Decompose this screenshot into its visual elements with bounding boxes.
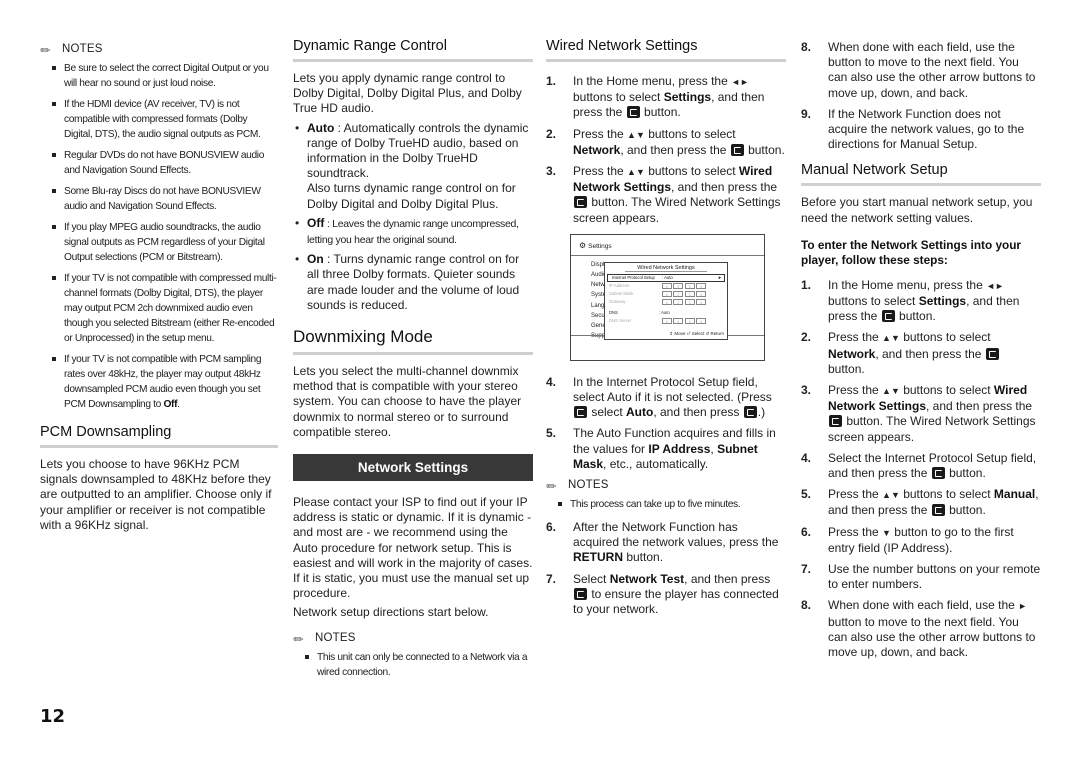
- manual-description: Before you start manual network setup, y…: [801, 195, 1033, 225]
- network-directions: Network setup directions start below.: [293, 605, 489, 620]
- enter-button-icon: [931, 504, 945, 517]
- pcm-description: Lets you choose to have 96KHz PCM signal…: [40, 457, 272, 532]
- step-item: 5. The Auto Function acquires and fills i…: [546, 426, 776, 471]
- column-3: Wired Network Settings 1. In the Home men…: [543, 38, 786, 623]
- up-down-arrows-icon: ▲▼: [882, 490, 900, 501]
- popup-footer-hints: ⇕ Move ⏎ Select ↺ Return: [669, 330, 724, 336]
- notes-list: This process can take up to five minutes…: [546, 497, 786, 512]
- enter-button-icon: [626, 106, 640, 119]
- step-item: 4. In the Internet Protocol Setup field, …: [546, 374, 772, 420]
- section-title-wired-network: Wired Network Settings: [546, 38, 786, 62]
- note-item: This process can take up to five minutes…: [558, 497, 786, 512]
- column-1: ✎ NOTES Be sure to select the correct Di…: [37, 38, 278, 537]
- enter-button-icon: [829, 415, 842, 428]
- popup-row-subnet-mask: Subnet Mask:0 0 0 0: [605, 290, 727, 298]
- step-item: 3. Press the ▲▼ buttons to select Wired N…: [801, 383, 1036, 444]
- enter-button-icon: [985, 347, 999, 360]
- wired-steps-final: 6. After the Network Function has acquire…: [546, 520, 786, 617]
- left-right-arrows-icon: ◄►: [731, 77, 749, 87]
- step-item: 1. In the Home menu, press the ◄► buttons…: [801, 277, 1020, 324]
- drc-option-auto: Auto : Automatically controls the dynami…: [293, 121, 533, 212]
- right-arrow-icon: ►: [1018, 601, 1028, 612]
- wired-steps-end: 8. When done with each field, use the but…: [801, 40, 1041, 152]
- notes-heading: ✎ NOTES: [37, 41, 278, 59]
- wired-steps-continued: 4. In the Internet Protocol Setup field, …: [546, 375, 786, 472]
- note-item: This unit can only be connected to a Net…: [305, 650, 533, 680]
- notes-list: Be sure to select the correct Digital Ou…: [40, 61, 278, 412]
- section-title-dynamic-range: Dynamic Range Control: [293, 38, 533, 62]
- notes-heading: ✎ NOTES: [290, 630, 533, 648]
- step-item: 7. Select Network Test, and then press to…: [546, 571, 779, 617]
- enter-button-icon: [743, 406, 757, 419]
- pencil-icon: ✎: [37, 41, 55, 59]
- enter-button-icon: [730, 143, 744, 156]
- enter-button-icon: [881, 310, 895, 323]
- section-title-manual-network: Manual Network Setup: [801, 162, 1041, 187]
- step-item: 4. Select the Internet Protocol Setup fie…: [801, 450, 1037, 481]
- up-down-arrows-icon: ▲▼: [627, 167, 645, 178]
- pencil-icon: ✎: [543, 477, 561, 495]
- manual-steps-heading: To enter the Network Settings into your …: [801, 237, 1022, 267]
- wired-steps: 1. In the Home menu, press the ◄► buttons…: [546, 74, 786, 226]
- down-arrow-icon: ▼: [882, 527, 891, 538]
- step-item: 8. When done with each field, use the ► b…: [801, 598, 1036, 660]
- step-item: 6. Press the ▼ button to go to the first …: [801, 524, 1014, 555]
- page-number: 12: [40, 706, 66, 727]
- note-item: If you play MPEG audio soundtracks, the …: [52, 220, 278, 265]
- popup-row-dns-server: DNS Server:0 0 0 0: [605, 317, 727, 325]
- column-2: Dynamic Range Control Lets you apply dyn…: [290, 38, 533, 686]
- enter-button-icon: [574, 406, 587, 419]
- popup-row-ip-address: IP Address:0 0 0 0: [605, 282, 727, 290]
- arrow-right-icon: ►: [717, 275, 722, 281]
- enter-button-icon: [574, 196, 587, 209]
- drc-option-off: Off : Leaves the dynamic range uncompres…: [293, 216, 533, 248]
- gear-icon: ⚙: [579, 240, 587, 250]
- step-item: 3. Press the ▲▼ buttons to select Wired N…: [546, 164, 781, 225]
- step-item: 2. Press the ▲▼ buttons to select Network…: [801, 330, 1041, 377]
- drc-description: Lets you apply dynamic range control to …: [293, 71, 522, 116]
- step-item: 9. If the Network Function does not acqui…: [801, 106, 1025, 152]
- network-settings-banner: Network Settings: [293, 454, 533, 482]
- popup-row-dns: DNS: Auto: [609, 310, 670, 316]
- step-item: 7. Use the number buttons on your remote …: [801, 562, 1041, 592]
- notes-list: This unit can only be connected to a Net…: [293, 650, 533, 680]
- enter-button-icon: [574, 587, 587, 600]
- section-title-downmixing: Downmixing Mode: [293, 327, 533, 356]
- enter-button-icon: [931, 467, 945, 480]
- note-item: Regular DVDs do not have BONUSVIEW audio…: [52, 148, 278, 178]
- column-4: 8. When done with each field, use the but…: [801, 38, 1041, 666]
- downmix-description: Lets you select the multi-channel downmi…: [293, 364, 522, 439]
- pencil-icon: ✎: [290, 630, 308, 648]
- note-item: If your TV is not compatible with PCM sa…: [52, 352, 278, 412]
- step-item: 1. In the Home menu, press the ◄► buttons…: [546, 74, 765, 120]
- drc-options: Auto : Automatically controls the dynami…: [293, 121, 533, 313]
- note-item: Be sure to select the correct Digital Ou…: [52, 61, 278, 91]
- up-down-arrows-icon: ▲▼: [627, 129, 645, 140]
- step-item: 6. After the Network Function has acquire…: [546, 520, 779, 565]
- drc-option-on: On : Turns dynamic range control on for …: [293, 252, 533, 313]
- step-item: 5. Press the ▲▼ buttons to select Manual,…: [801, 487, 1039, 518]
- wired-network-settings-screenshot: ⚙Settings Display Audio Network System L…: [570, 233, 765, 361]
- screen-header: ⚙ Settings: [571, 235, 764, 256]
- network-description: Please contact your ISP to find out if y…: [293, 495, 533, 601]
- note-item: Some Blu-ray Discs do not have BONUSVIEW…: [52, 184, 278, 214]
- up-down-arrows-icon: ▲▼: [882, 386, 900, 397]
- section-title-pcm-downsampling: PCM Downsampling: [40, 424, 278, 448]
- up-down-arrows-icon: ▲▼: [882, 333, 900, 344]
- note-item: If the HDMI device (AV receiver, TV) is …: [52, 97, 278, 142]
- notes-heading: ✎ NOTES: [543, 477, 786, 495]
- popup-row-gateway: Gateway:0 0 0 0: [605, 298, 727, 306]
- step-item: 2. Press the ▲▼ buttons to select Network…: [546, 126, 785, 157]
- step-item: 8. When done with each field, use the but…: [801, 40, 1036, 100]
- manual-steps: 1. In the Home menu, press the ◄► buttons…: [801, 278, 1041, 660]
- left-right-arrows-icon: ◄►: [986, 280, 1004, 291]
- popup-title: Wired Network Settings: [625, 263, 707, 272]
- popup-row-ip-setup: Internet Protocol Setup: Auto ►: [607, 273, 725, 282]
- wired-network-popup: Wired Network Settings Internet Protocol…: [604, 261, 728, 340]
- note-item: If your TV is not compatible with compre…: [52, 271, 278, 346]
